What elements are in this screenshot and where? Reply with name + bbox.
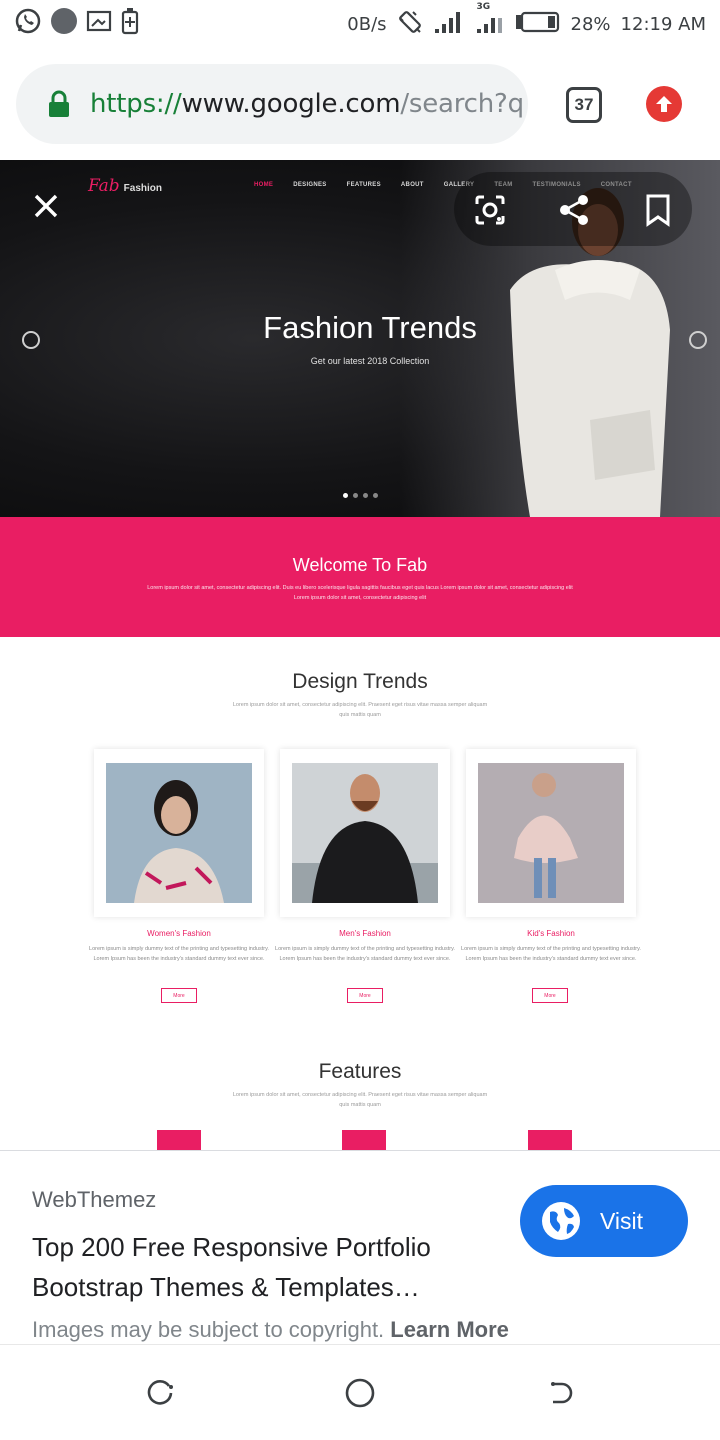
browser-toolbar: https://www.google.com/search?q 37 <box>0 48 720 160</box>
carousel-dot <box>353 493 358 498</box>
image-page-title[interactable]: Top 200 Free Responsive Portfolio Bootst… <box>32 1227 502 1307</box>
system-nav-bar <box>0 1344 720 1440</box>
card-more-label: More <box>359 992 371 999</box>
womens-fashion-card <box>94 749 264 917</box>
site-nav-item: ABOUT <box>400 182 424 188</box>
arrow-up-icon <box>656 96 672 112</box>
mens-fashion-photo <box>292 763 438 903</box>
upload-button[interactable] <box>646 86 682 122</box>
design-trends-subtitle: Lorem ipsum dolor sit amet, consectetur … <box>232 702 488 718</box>
card-title: Women's Fashion <box>147 929 211 938</box>
recents-icon <box>147 1380 173 1405</box>
kids-fashion-card <box>466 749 636 917</box>
card-title: Men's Fashion <box>339 929 391 938</box>
hero-banner: Fab Fashion HOME DESIGNES FEATURES ABOUT… <box>0 160 720 517</box>
card-text: Lorem ipsum is simply dummy text of the … <box>89 946 269 962</box>
copyright-text: Images may be subject to copyright. <box>32 1317 385 1342</box>
share-button[interactable] <box>546 182 602 238</box>
clock: 12:19 AM <box>620 13 706 35</box>
monitor-feature-icon <box>342 1130 386 1150</box>
back-button[interactable] <box>540 1375 580 1411</box>
tab-switcher-button[interactable]: 37 <box>566 87 602 123</box>
image-viewer: Fab Fashion HOME DESIGNES FEATURES ABOUT… <box>0 160 720 1150</box>
mens-fashion-card <box>280 749 450 917</box>
status-bar: 0B/s 3G 28% 12:19 AM <box>0 0 720 48</box>
carousel-dots <box>343 493 378 498</box>
network-speed: 0B/s <box>347 13 387 35</box>
screenshot-icon <box>86 8 112 40</box>
copyright-notice: Images may be subject to copyright. Lear… <box>32 1317 509 1343</box>
card-more-button: More <box>347 988 383 1003</box>
card-text: Lorem ipsum is simply dummy text of the … <box>461 946 641 962</box>
heart-feature-icon <box>157 1130 201 1150</box>
carousel-next-icon <box>689 331 707 349</box>
learn-more-link[interactable]: Learn More <box>390 1317 509 1342</box>
carousel-dot <box>373 493 378 498</box>
system-status: 0B/s 3G 28% 12:19 AM <box>347 2 706 40</box>
url-text[interactable]: https://www.google.com/search?q <box>90 89 524 119</box>
site-nav-item: HOME <box>254 182 274 188</box>
globe-icon <box>542 1202 580 1240</box>
tab-count: 37 <box>574 95 594 114</box>
card-title: Kid's Fashion <box>527 929 575 938</box>
hero-title: Fashion Trends <box>263 310 477 345</box>
image-info-panel: WebThemez Top 200 Free Responsive Portfo… <box>0 1150 720 1344</box>
home-button[interactable] <box>340 1375 380 1411</box>
url-path: /search?q <box>400 89 524 119</box>
whatsapp-icon <box>14 7 42 41</box>
card-more-label: More <box>544 992 556 999</box>
site-logo-suffix: Fashion <box>123 183 163 194</box>
site-logo-name: Fab <box>88 176 120 196</box>
site-nav-item: FEATURES <box>346 182 381 188</box>
bookmark-icon <box>646 194 670 227</box>
lock-icon <box>48 90 70 118</box>
save-button[interactable] <box>630 182 686 238</box>
url-scheme: https:// <box>90 89 182 119</box>
features-subtitle: Lorem ipsum dolor sit amet, consectetur … <box>232 1092 488 1108</box>
womens-fashion-photo <box>106 763 252 903</box>
lens-button[interactable] <box>462 182 518 238</box>
recents-button[interactable] <box>140 1375 180 1411</box>
carousel-prev-icon <box>22 331 40 349</box>
address-bar[interactable]: https://www.google.com/search?q <box>16 64 528 144</box>
card-more-label: More <box>173 992 185 999</box>
battery-saver-icon <box>120 7 140 41</box>
network-type: 3G <box>476 1 491 12</box>
welcome-section: Welcome To Fab Lorem ipsum dolor sit ame… <box>0 517 720 637</box>
site-nav-item: DESIGNES <box>293 182 327 188</box>
card-more-button: More <box>161 988 197 1003</box>
url-host: www.google.com <box>181 89 401 119</box>
close-icon <box>34 194 58 218</box>
app-notification-icon <box>50 7 78 41</box>
home-icon <box>345 1378 375 1408</box>
image-source[interactable]: WebThemez <box>32 1187 156 1213</box>
share-icon <box>560 195 588 225</box>
mobile-feature-icon <box>528 1130 572 1150</box>
kids-fashion-photo <box>478 763 624 903</box>
welcome-title: Welcome To Fab <box>292 555 428 575</box>
features-title: Features <box>318 1060 402 1083</box>
visit-label: Visit <box>600 1207 644 1234</box>
close-button[interactable] <box>18 178 74 234</box>
design-trends-title: Design Trends <box>292 670 428 693</box>
battery-icon <box>515 11 561 38</box>
vibrate-icon <box>397 9 423 40</box>
back-icon <box>551 1382 573 1404</box>
google-lens-icon <box>475 195 505 225</box>
site-logo: Fab Fashion <box>88 176 162 196</box>
visit-button[interactable]: Visit <box>520 1185 688 1257</box>
notification-icons <box>14 7 140 41</box>
signal-3g-icon: 3G <box>475 2 505 40</box>
carousel-dot <box>363 493 368 498</box>
welcome-text: Lorem ipsum dolor sit amet, consectetur … <box>147 585 573 601</box>
card-text: Lorem ipsum is simply dummy text of the … <box>275 946 455 962</box>
hero-subtitle: Get our latest 2018 Collection <box>310 356 430 366</box>
signal-icon <box>433 9 465 40</box>
carousel-dot <box>343 493 348 498</box>
card-more-button: More <box>532 988 568 1003</box>
battery-level: 28% <box>570 13 611 35</box>
